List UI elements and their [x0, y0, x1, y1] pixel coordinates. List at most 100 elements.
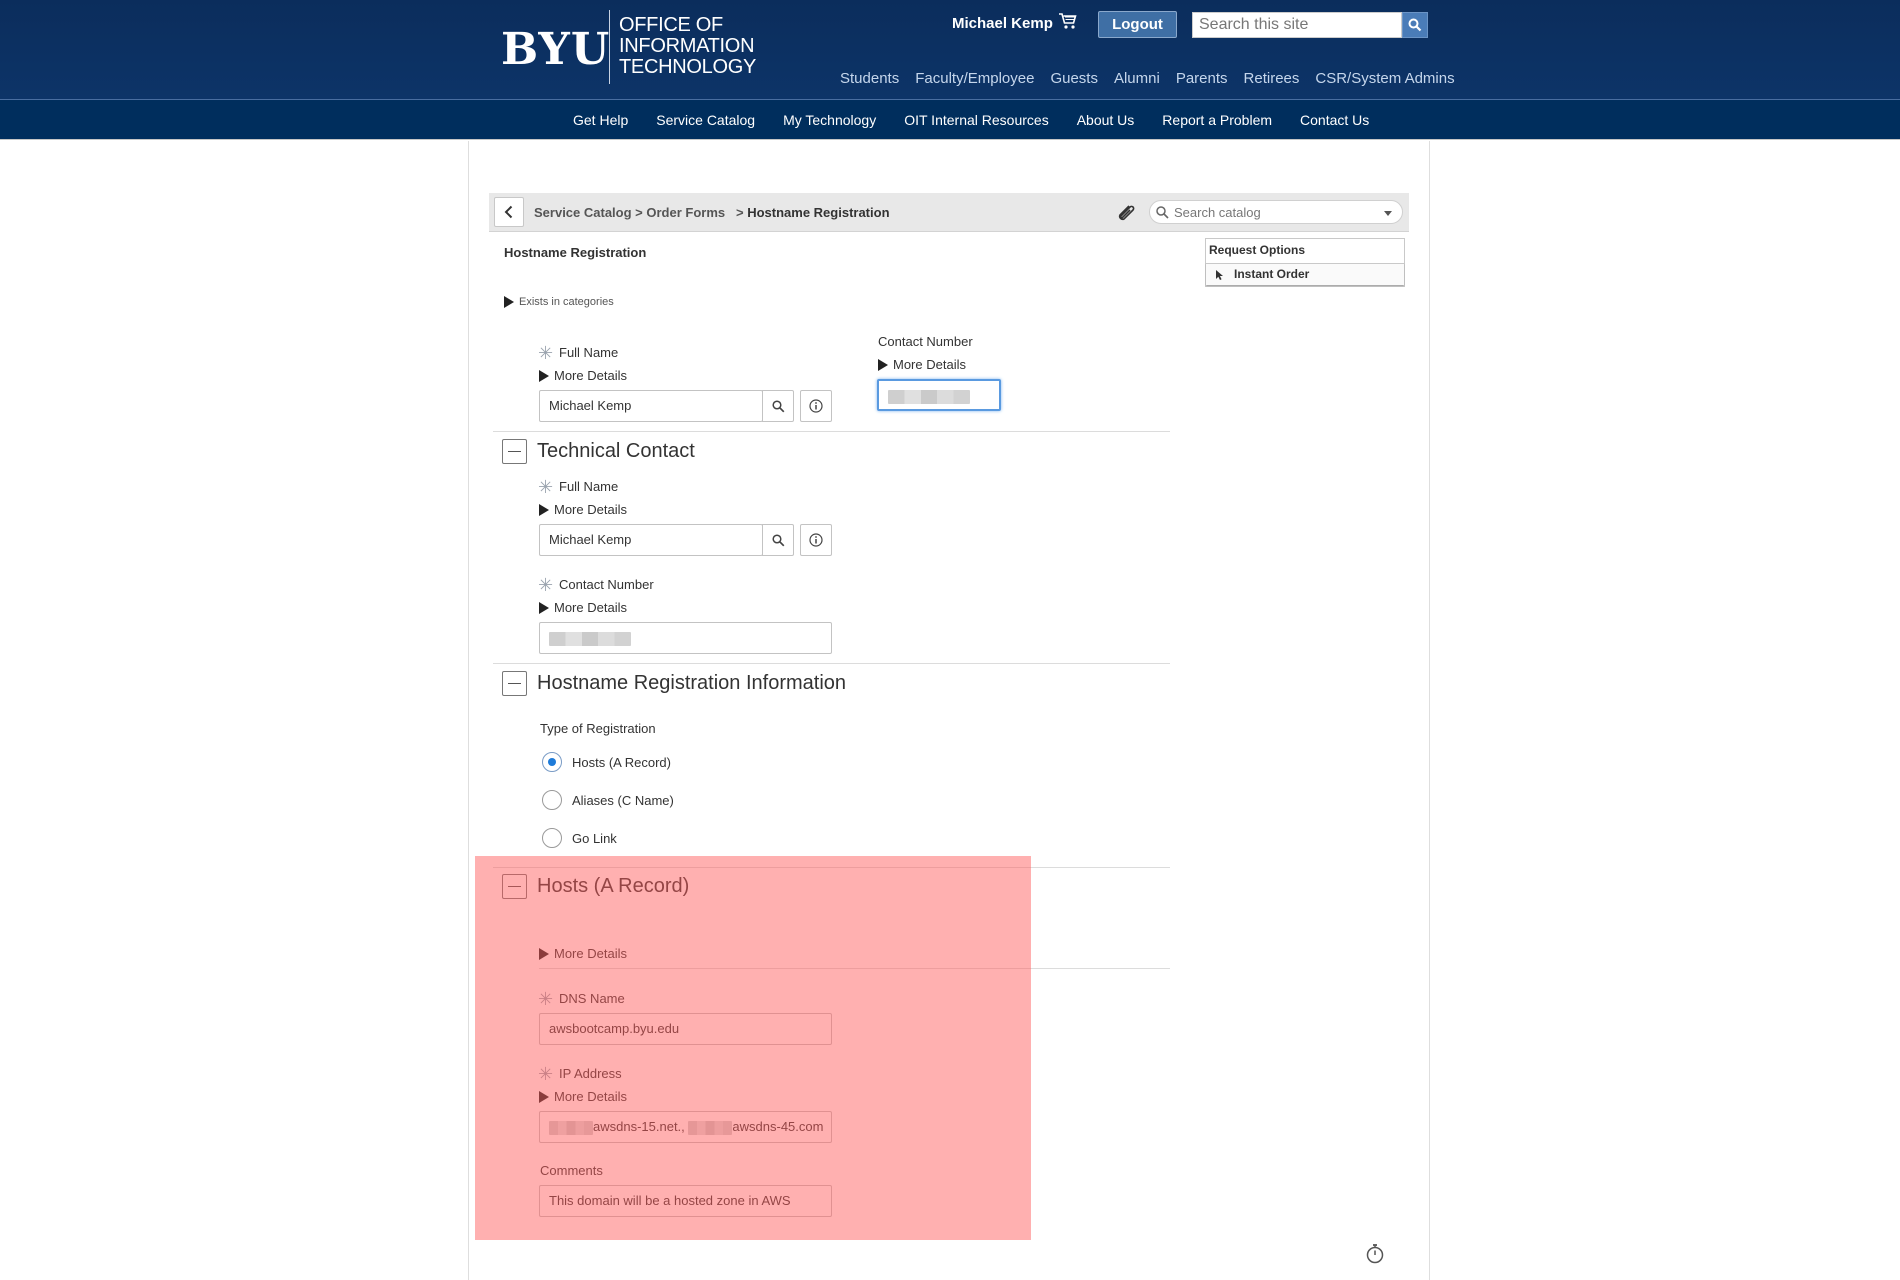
nav-contact-us[interactable]: Contact Us: [1300, 112, 1369, 128]
breadcrumb-service-catalog[interactable]: Service Catalog: [534, 205, 632, 220]
tech-more-details[interactable]: More Details: [539, 502, 627, 517]
audience-nav: Students Faculty/Employee Guests Alumni …: [840, 70, 1455, 87]
more-details-label: More Details: [554, 600, 627, 615]
requester-contact-number-field[interactable]: [877, 379, 1001, 411]
user-name[interactable]: Michael Kemp: [952, 15, 1053, 32]
back-button[interactable]: [494, 197, 524, 227]
requester-full-name-label-row: ✳ Full Name: [538, 342, 619, 363]
collapse-section-button[interactable]: [502, 874, 527, 899]
site-search-button[interactable]: [1402, 12, 1428, 38]
nav-get-help[interactable]: Get Help: [573, 112, 628, 128]
requester-info-button[interactable]: [800, 390, 832, 422]
logout-button[interactable]: Logout: [1098, 11, 1177, 38]
tech-lookup-button[interactable]: [762, 524, 794, 556]
comments-label: Comments: [540, 1163, 603, 1178]
technical-contact-section-header: Technical Contact: [502, 439, 695, 464]
timer-icon[interactable]: [1365, 1243, 1385, 1265]
radio-button[interactable]: [542, 828, 562, 848]
radio-go-link[interactable]: Go Link: [542, 828, 617, 848]
search-icon: [1156, 206, 1169, 219]
hosts-more-details[interactable]: More Details: [539, 946, 627, 961]
catalog-search-input[interactable]: [1172, 203, 1372, 221]
tech-contact-number-field[interactable]: [539, 622, 832, 654]
requester-lookup-button[interactable]: [762, 390, 794, 422]
nav-my-technology[interactable]: My Technology: [783, 112, 876, 128]
type-of-registration-label: Type of Registration: [540, 721, 656, 736]
paperclip-icon[interactable]: [1114, 202, 1136, 224]
chevron-down-icon[interactable]: [1384, 211, 1392, 216]
logo-divider: [609, 10, 610, 84]
radio-hosts-a-record[interactable]: Hosts (A Record): [542, 752, 671, 772]
collapse-section-button[interactable]: [502, 439, 527, 464]
requester-full-name-label: Full Name: [559, 345, 619, 360]
site-header: BYU Office of Information Technology Mic…: [0, 0, 1900, 100]
breadcrumb-separator: >: [728, 205, 748, 220]
breadcrumb-current: Hostname Registration: [747, 205, 890, 220]
hosts-record-heading: Hosts (A Record): [537, 875, 690, 897]
collapse-section-button[interactable]: [502, 671, 527, 696]
nav-service-catalog[interactable]: Service Catalog: [656, 112, 755, 128]
audience-link-faculty[interactable]: Faculty/Employee: [915, 70, 1034, 87]
requester-contact-number-label: Contact Number: [878, 334, 973, 349]
org-title[interactable]: Office of Information Technology: [619, 15, 756, 78]
breadcrumb: Service Catalog > Order Forms > Hostname…: [534, 205, 890, 220]
pointer-icon: [1216, 270, 1223, 280]
radio-label: Go Link: [572, 830, 617, 846]
requester-more-details[interactable]: More Details: [539, 368, 627, 383]
section-divider: [493, 431, 1170, 432]
breadcrumb-separator: >: [635, 205, 647, 220]
audience-link-alumni[interactable]: Alumni: [1114, 70, 1160, 87]
main-nav: Get Help Service Catalog My Technology O…: [0, 100, 1900, 140]
org-title-line-1: Office of: [619, 14, 723, 36]
nav-oit-internal-resources[interactable]: OIT Internal Resources: [904, 112, 1048, 128]
ip-value-part-2: awsdns-45.com: [732, 1119, 824, 1134]
type-of-registration-label-row: Type of Registration: [540, 721, 656, 736]
tech-full-name-field[interactable]: Michael Kemp: [539, 524, 763, 556]
audience-link-parents[interactable]: Parents: [1176, 70, 1228, 87]
more-details-label: More Details: [554, 502, 627, 517]
audience-link-admins[interactable]: CSR/System Admins: [1315, 70, 1454, 87]
tech-contact-more-details[interactable]: More Details: [539, 600, 627, 615]
audience-link-guests[interactable]: Guests: [1050, 70, 1098, 87]
search-icon: [771, 533, 784, 546]
site-search-input[interactable]: [1192, 12, 1402, 38]
ip-address-label: IP Address: [559, 1066, 622, 1081]
tech-contact-number-label: Contact Number: [559, 577, 654, 592]
nav-about-us[interactable]: About Us: [1077, 112, 1135, 128]
ip-more-details[interactable]: More Details: [539, 1089, 627, 1104]
org-title-line-3: Technology: [619, 56, 757, 78]
more-details-label: More Details: [554, 368, 627, 383]
nav-report-problem[interactable]: Report a Problem: [1162, 112, 1272, 128]
radio-button[interactable]: [542, 790, 562, 810]
hosts-record-section-header: Hosts (A Record): [502, 874, 689, 899]
audience-link-retirees[interactable]: Retirees: [1244, 70, 1300, 87]
radio-label: Hosts (A Record): [572, 754, 671, 770]
instant-order-button[interactable]: Instant Order: [1206, 263, 1404, 285]
requester-full-name-field[interactable]: Michael Kemp: [539, 390, 763, 422]
info-icon: [809, 533, 823, 547]
radio-button-selected[interactable]: [542, 752, 562, 772]
radio-aliases-c-name[interactable]: Aliases (C Name): [542, 790, 674, 810]
tech-full-name-label-row: ✳ Full Name: [538, 476, 618, 497]
registration-info-section-header: Hostname Registration Information: [502, 671, 846, 696]
categories-toggle[interactable]: Exists in categories: [504, 296, 614, 308]
catalog-search[interactable]: [1149, 200, 1403, 224]
cart-icon[interactable]: [1058, 12, 1078, 30]
dns-name-field[interactable]: awsbootcamp.byu.edu: [539, 1013, 832, 1045]
categories-label: Exists in categories: [519, 296, 614, 308]
byu-logo[interactable]: BYU: [501, 24, 610, 75]
breadcrumb-order-forms[interactable]: Order Forms: [646, 205, 725, 220]
required-icon: ✳: [538, 342, 554, 363]
comments-label-row: Comments: [540, 1163, 603, 1178]
comments-field[interactable]: This domain will be a hosted zone in AWS: [539, 1185, 832, 1217]
audience-link-students[interactable]: Students: [840, 70, 899, 87]
content-frame: [468, 141, 1430, 1280]
required-icon: ✳: [538, 476, 554, 497]
requester-contact-more-details[interactable]: More Details: [878, 357, 966, 372]
request-options-header: Request Options: [1209, 243, 1306, 257]
section-divider: [539, 968, 1170, 969]
tech-info-button[interactable]: [800, 524, 832, 556]
page-title: Hostname Registration: [504, 245, 647, 260]
ip-address-field[interactable]: awsdns-15.net., awsdns-45.com: [539, 1111, 832, 1143]
chevron-left-icon: [504, 205, 513, 219]
